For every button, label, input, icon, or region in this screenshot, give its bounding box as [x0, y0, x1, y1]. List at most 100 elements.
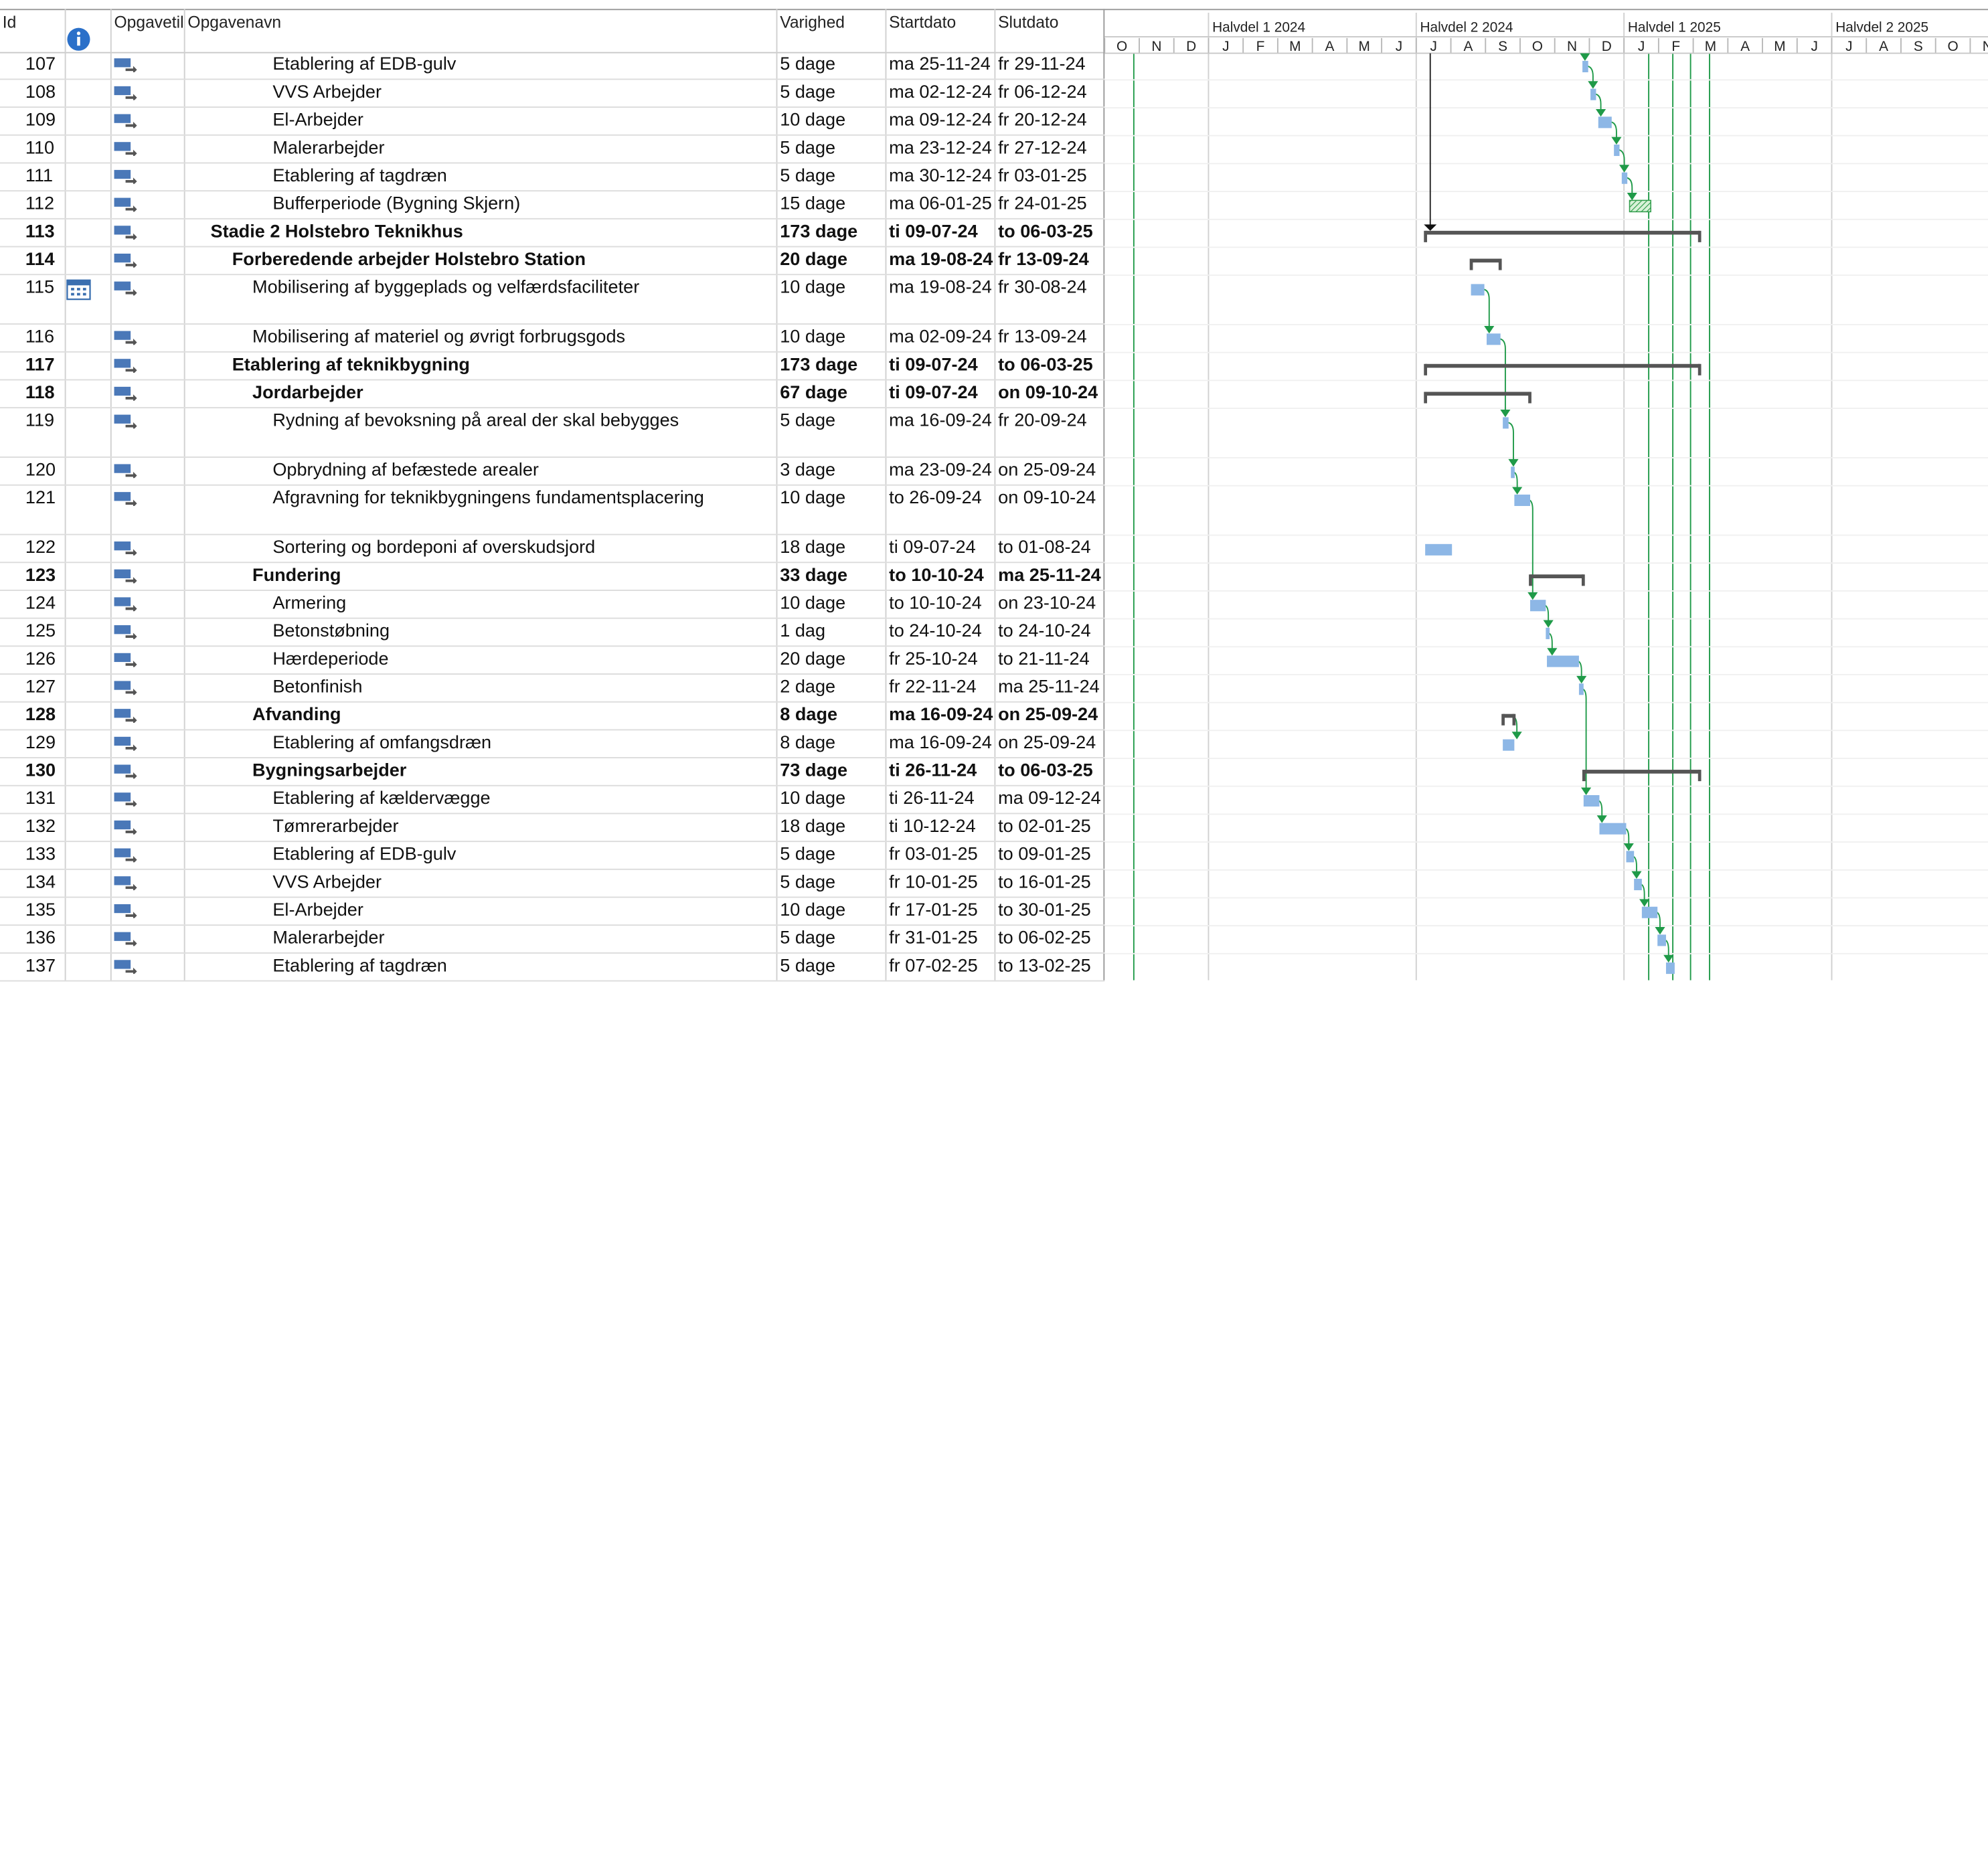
task-row[interactable]: 120 Opbrydning af befæstede arealer 3 dage…: [0, 457, 1105, 486]
task-end[interactable]: fr 20-09-24: [995, 408, 1105, 457]
task-row[interactable]: 132 Tømrerarbejder 18 dage ti 10-12-24 to 02…: [0, 814, 1105, 843]
task-end[interactable]: fr 13-09-24: [995, 325, 1105, 351]
task-name[interactable]: El-Arbejder: [185, 108, 778, 135]
task-start[interactable]: ma 19-08-24: [886, 247, 996, 274]
task-start[interactable]: to 10-10-24: [886, 590, 996, 618]
task-row[interactable]: 123 Fundering 33 dage to 10-10-24 ma 25-11-2…: [0, 563, 1105, 591]
task-row[interactable]: 119 Rydning af bevoksning på areal der sk…: [0, 408, 1105, 458]
task-id[interactable]: 118: [0, 380, 66, 408]
task-name[interactable]: Opbrydning af befæstede arealer: [185, 457, 778, 485]
task-id[interactable]: 136: [0, 926, 66, 952]
task-row[interactable]: 135 El-Arbejder 10 dage fr 17-01-25 to 30-01…: [0, 898, 1105, 926]
task-end[interactable]: fr 20-12-24: [995, 108, 1105, 135]
task-end[interactable]: to 24-10-24: [995, 618, 1105, 646]
task-end[interactable]: on 09-10-24: [995, 485, 1105, 534]
task-name[interactable]: Tømrerarbejder: [185, 814, 778, 841]
task-end[interactable]: fr 30-08-24: [995, 275, 1105, 324]
task-id[interactable]: 137: [0, 953, 66, 981]
task-row[interactable]: 130 Bygningsarbejder 73 dage ti 26-11-24 to …: [0, 758, 1105, 786]
task-start[interactable]: ma 19-08-24: [886, 275, 996, 324]
task-duration[interactable]: 10 dage: [777, 786, 887, 813]
task-id[interactable]: 120: [0, 457, 66, 485]
task-row[interactable]: 134 VVS Arbejder 5 dage fr 10-01-25 to 16-01…: [0, 869, 1105, 898]
task-id[interactable]: 119: [0, 408, 66, 457]
task-duration[interactable]: 5 dage: [777, 408, 887, 457]
task-start[interactable]: fr 03-01-25: [886, 842, 996, 869]
task-row[interactable]: 128 Afvanding 8 dage ma 16-09-24 on 25-09-24: [0, 702, 1105, 731]
task-duration[interactable]: 8 dage: [777, 702, 887, 730]
task-duration[interactable]: 5 dage: [777, 135, 887, 163]
task-row[interactable]: 114 Forberedende arbejder Holstebro Stati…: [0, 247, 1105, 276]
task-row[interactable]: 126 Hærdeperiode 20 dage fr 25-10-24 to 21-1…: [0, 647, 1105, 675]
task-start[interactable]: ma 16-09-24: [886, 408, 996, 457]
task-duration[interactable]: 5 dage: [777, 869, 887, 897]
task-id[interactable]: 110: [0, 135, 66, 163]
task-start[interactable]: ma 06-01-25: [886, 191, 996, 218]
task-name[interactable]: VVS Arbejder: [185, 80, 778, 107]
task-row[interactable]: 137 Etablering af tagdræn 5 dage fr 07-02-2…: [0, 953, 1105, 982]
task-start[interactable]: ti 09-07-24: [886, 380, 996, 408]
task-name[interactable]: Etablering af omfangsdræn: [185, 730, 778, 758]
task-end[interactable]: fr 03-01-25: [995, 163, 1105, 191]
task-duration[interactable]: 5 dage: [777, 163, 887, 191]
task-id[interactable]: 126: [0, 647, 66, 674]
task-start[interactable]: to 10-10-24: [886, 563, 996, 590]
task-row[interactable]: 116 Mobilisering af materiel og øvrigt fo…: [0, 325, 1105, 353]
task-row[interactable]: 108 VVS Arbejder 5 dage ma 02-12-24 fr 06-12…: [0, 80, 1105, 108]
task-duration[interactable]: 20 dage: [777, 647, 887, 674]
task-start[interactable]: to 24-10-24: [886, 618, 996, 646]
task-row[interactable]: 109 El-Arbejder 10 dage ma 09-12-24 fr 20-12…: [0, 108, 1105, 136]
task-row[interactable]: 117 Etablering af teknikbygning 173 dage ti…: [0, 352, 1105, 381]
task-id[interactable]: 132: [0, 814, 66, 841]
task-name[interactable]: Bygningsarbejder: [185, 758, 778, 785]
task-name[interactable]: VVS Arbejder: [185, 869, 778, 897]
task-duration[interactable]: 18 dage: [777, 814, 887, 841]
task-end[interactable]: to 06-03-25: [995, 758, 1105, 785]
task-name[interactable]: Bufferperiode (Bygning Skjern): [185, 191, 778, 218]
task-name[interactable]: Hærdeperiode: [185, 647, 778, 674]
task-name[interactable]: Etablering af tagdræn: [185, 163, 778, 191]
task-end[interactable]: on 25-09-24: [995, 457, 1105, 485]
task-duration[interactable]: 1 dag: [777, 618, 887, 646]
task-end[interactable]: to 02-01-25: [995, 814, 1105, 841]
task-start[interactable]: ma 23-09-24: [886, 457, 996, 485]
column-header-info[interactable]: [66, 9, 112, 52]
column-header-id[interactable]: Id: [0, 9, 66, 52]
task-end[interactable]: fr 13-09-24: [995, 247, 1105, 274]
task-duration[interactable]: 10 dage: [777, 325, 887, 351]
task-row[interactable]: 131 Etablering af kældervægge 10 dage ti 26…: [0, 786, 1105, 815]
task-duration[interactable]: 10 dage: [777, 275, 887, 324]
column-header-duration[interactable]: Varighed: [777, 9, 887, 52]
task-start[interactable]: ma 23-12-24: [886, 135, 996, 163]
task-end[interactable]: ma 09-12-24: [995, 786, 1105, 813]
task-duration[interactable]: 15 dage: [777, 191, 887, 218]
task-start[interactable]: ti 26-11-24: [886, 758, 996, 785]
task-start[interactable]: ti 09-07-24: [886, 352, 996, 379]
task-row[interactable]: 111 Etablering af tagdræn 5 dage ma 30-12-2…: [0, 163, 1105, 192]
task-id[interactable]: 114: [0, 247, 66, 274]
task-start[interactable]: fr 10-01-25: [886, 869, 996, 897]
task-end[interactable]: to 21-11-24: [995, 647, 1105, 674]
task-row[interactable]: 122 Sortering og bordeponi af overskudsjo…: [0, 535, 1105, 564]
task-name[interactable]: Afvanding: [185, 702, 778, 730]
task-row[interactable]: 129 Etablering af omfangsdræn 8 dage ma 16-…: [0, 730, 1105, 759]
column-header-task-mode[interactable]: Opgavetilstand: [112, 9, 185, 52]
task-row[interactable]: 136 Malerarbejder 5 dage fr 31-01-25 to 06-0…: [0, 926, 1105, 954]
task-id[interactable]: 125: [0, 618, 66, 646]
task-name[interactable]: Etablering af EDB-gulv: [185, 842, 778, 869]
task-row[interactable]: 121 Afgravning for teknikbygningens funda…: [0, 485, 1105, 535]
task-row[interactable]: 110 Malerarbejder 5 dage ma 23-12-24 fr 27-1…: [0, 135, 1105, 164]
task-name[interactable]: Betonstøbning: [185, 618, 778, 646]
task-row[interactable]: 107 Etablering af EDB-gulv 5 dage ma 25-11-…: [0, 52, 1105, 80]
task-end[interactable]: on 25-09-24: [995, 730, 1105, 758]
task-id[interactable]: 131: [0, 786, 66, 813]
task-end[interactable]: ma 25-11-24: [995, 563, 1105, 590]
task-id[interactable]: 108: [0, 80, 66, 107]
task-end[interactable]: fr 24-01-25: [995, 191, 1105, 218]
task-duration[interactable]: 2 dage: [777, 674, 887, 701]
task-duration[interactable]: 3 dage: [777, 457, 887, 485]
task-id[interactable]: 129: [0, 730, 66, 758]
task-duration[interactable]: 5 dage: [777, 842, 887, 869]
task-id[interactable]: 113: [0, 219, 66, 246]
task-end[interactable]: to 16-01-25: [995, 869, 1105, 897]
